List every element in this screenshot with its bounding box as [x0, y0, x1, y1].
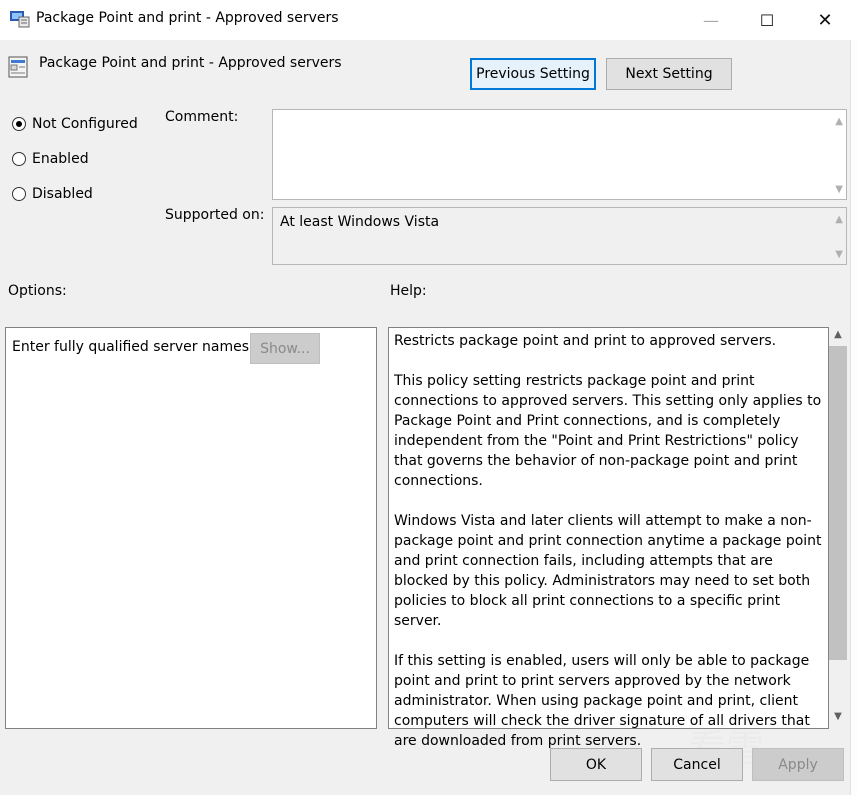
next-setting-label: Next Setting [625, 66, 713, 82]
cancel-label: Cancel [673, 756, 721, 773]
radio-unselected-icon [12, 187, 26, 201]
options-label: Options: [8, 283, 67, 299]
help-paragraph: Windows Vista and later clients will att… [394, 513, 822, 629]
group-policy-app-icon [10, 11, 30, 28]
comment-label: Comment: [165, 109, 239, 125]
comment-textarea[interactable]: ▲ ▼ [272, 109, 847, 200]
window-title: Package Point and print - Approved serve… [36, 10, 339, 26]
radio-not-configured[interactable]: Not Configured [12, 116, 138, 132]
background-window-edge [850, 40, 857, 795]
help-paragraph: This policy setting restricts package po… [394, 373, 822, 489]
help-paragraph: Restricts package point and print to app… [394, 333, 777, 349]
apply-label: Apply [778, 756, 818, 773]
radio-selected-icon [12, 117, 26, 131]
scroll-down-icon[interactable]: ▼ [835, 184, 843, 195]
radio-unselected-icon [12, 152, 26, 166]
ok-label: OK [585, 756, 607, 773]
show-button-label: Show... [260, 340, 310, 357]
help-label: Help: [390, 283, 427, 299]
apply-button[interactable]: Apply [752, 748, 844, 781]
radio-enabled[interactable]: Enabled [12, 151, 89, 167]
show-button[interactable]: Show... [250, 333, 320, 364]
minimize-button[interactable]: — [688, 0, 734, 40]
policy-setting-icon [8, 56, 28, 78]
help-scroll-thumb[interactable] [829, 346, 847, 660]
scroll-down-icon[interactable]: ▼ [829, 711, 847, 727]
scroll-down-icon: ▼ [835, 249, 843, 260]
scroll-up-icon[interactable]: ▲ [835, 116, 843, 127]
previous-setting-label: Previous Setting [476, 66, 590, 82]
policy-name-heading: Package Point and print - Approved serve… [39, 55, 342, 71]
maximize-button[interactable]: ☐ [744, 0, 790, 40]
radio-label: Enabled [32, 151, 89, 167]
supported-on-label: Supported on: [165, 207, 265, 223]
close-button[interactable]: ✕ [802, 0, 848, 40]
scroll-up-icon[interactable]: ▲ [829, 329, 847, 345]
scroll-up-icon: ▲ [835, 214, 843, 225]
next-setting-button[interactable]: Next Setting [606, 58, 732, 90]
ok-button[interactable]: OK [550, 748, 642, 781]
radio-disabled[interactable]: Disabled [12, 186, 93, 202]
cancel-button[interactable]: Cancel [651, 748, 743, 781]
radio-label: Disabled [32, 186, 93, 202]
options-panel [5, 327, 377, 729]
help-text: Restricts package point and print to app… [394, 331, 824, 771]
supported-on-value: At least Windows Vista [280, 214, 440, 230]
server-names-option-label: Enter fully qualified server names [12, 339, 249, 355]
radio-label: Not Configured [32, 116, 138, 132]
previous-setting-button[interactable]: Previous Setting [470, 58, 596, 90]
